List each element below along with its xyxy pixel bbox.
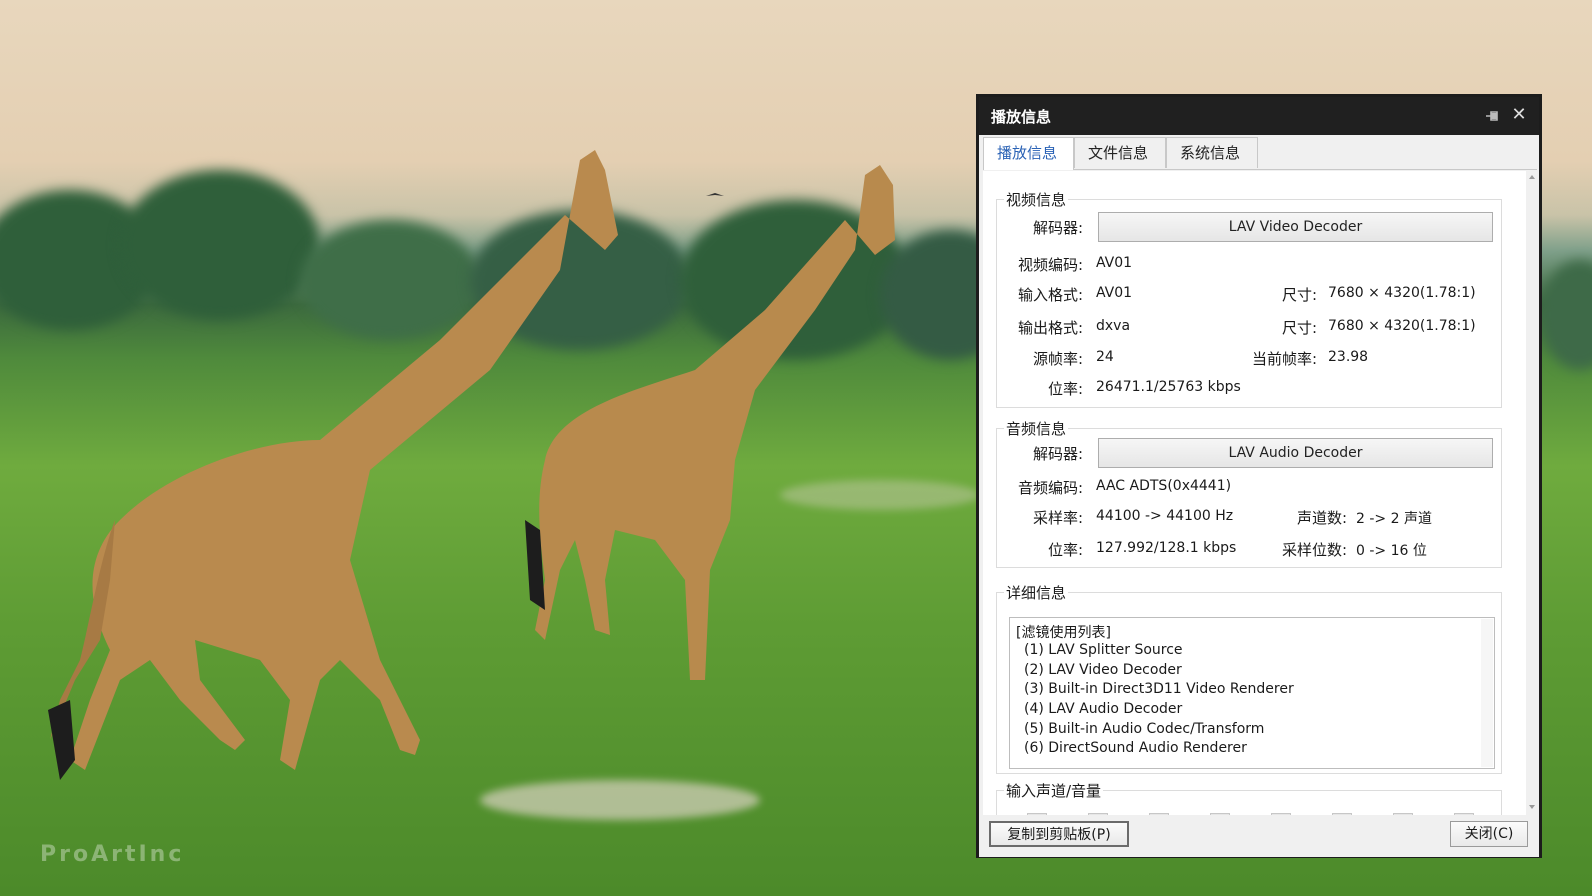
dialog-footer: 复制到剪贴板(P) 关闭(C) <box>979 817 1539 857</box>
filter-list-heading: [滤镜使用列表] <box>1016 625 1111 641</box>
giraffe-right <box>525 165 895 680</box>
filter-list-item: (6) DirectSound Audio Renderer <box>1024 740 1247 756</box>
input-format-value: AV01 <box>1096 285 1133 301</box>
pin-icon[interactable] <box>1483 107 1501 125</box>
bit-depth-label: 采样位数: <box>1281 541 1347 559</box>
sample-rate-label: 采样率: <box>1032 509 1083 527</box>
bird <box>706 193 724 196</box>
video-decoder-button[interactable]: LAV Video Decoder <box>1098 212 1493 242</box>
close-icon[interactable]: ✕ <box>1509 105 1529 125</box>
scroll-up-icon[interactable] <box>1529 175 1535 179</box>
video-info-legend: 视频信息 <box>1004 189 1069 210</box>
tab-system-info[interactable]: 系统信息 <box>1166 137 1258 168</box>
audio-info-group: 音频信息 解码器: LAV Audio Decoder 音频编码: AAC AD… <box>996 418 1502 568</box>
filter-list-item: (2) LAV Video Decoder <box>1024 662 1182 678</box>
audio-bitrate-value: 127.992/128.1 kbps <box>1096 540 1237 556</box>
details-legend: 详细信息 <box>1004 582 1069 603</box>
title-bar[interactable]: 播放信息 ✕ <box>979 97 1539 135</box>
current-fps-value: 23.98 <box>1328 349 1369 365</box>
current-fps-label: 当前帧率: <box>1251 350 1317 368</box>
channels-label: 声道数: <box>1296 509 1347 527</box>
details-group: 详细信息 [滤镜使用列表] (1) LAV Splitter Source (2… <box>996 582 1502 774</box>
tab-bar: 播放信息 文件信息 系统信息 <box>983 137 1537 170</box>
input-format-label: 输入格式: <box>1017 286 1083 304</box>
audio-bitrate-label: 位率: <box>1047 541 1083 559</box>
filter-list-item: (1) LAV Splitter Source <box>1024 642 1183 658</box>
volume-meter <box>1454 813 1474 815</box>
dialog-title: 播放信息 <box>991 108 1052 126</box>
tab-file-info[interactable]: 文件信息 <box>1074 137 1166 168</box>
audio-codec-label: 音频编码: <box>1017 479 1083 497</box>
volume-meter <box>1271 813 1291 815</box>
audio-info-legend: 音频信息 <box>1004 418 1069 439</box>
watermark-logo: ProArtInc <box>40 842 185 867</box>
tab-playback-info[interactable]: 播放信息 <box>983 137 1074 170</box>
output-size-value: 7680 × 4320(1.78:1) <box>1328 318 1476 334</box>
input-size-label: 尺寸: <box>1281 286 1317 304</box>
input-channel-volume-legend: 输入声道/音量 <box>1004 780 1104 801</box>
video-info-group: 视频信息 解码器: LAV Video Decoder 视频编码: AV01 输… <box>996 189 1502 408</box>
scroll-down-icon[interactable] <box>1529 805 1535 809</box>
volume-meter <box>1393 813 1413 815</box>
audio-decoder-label: 解码器: <box>1032 445 1083 463</box>
close-button[interactable]: 关闭(C) <box>1450 821 1528 847</box>
output-size-label: 尺寸: <box>1281 319 1317 337</box>
filter-list-scrollbar[interactable] <box>1481 619 1493 767</box>
filter-list-item: (3) Built-in Direct3D11 Video Renderer <box>1024 681 1294 697</box>
video-bitrate-value: 26471.1/25763 kbps <box>1096 379 1241 395</box>
tab-content: 视频信息 解码器: LAV Video Decoder 视频编码: AV01 输… <box>983 171 1526 815</box>
audio-codec-value: AAC ADTS(0x4441) <box>1096 478 1232 494</box>
volume-meter <box>1149 813 1169 815</box>
source-fps-value: 24 <box>1096 349 1114 365</box>
volume-meter <box>1210 813 1230 815</box>
channels-value: 2 -> 2 声道 <box>1356 511 1432 527</box>
filter-list-item: (5) Built-in Audio Codec/Transform <box>1024 721 1265 737</box>
sample-rate-value: 44100 -> 44100 Hz <box>1096 508 1234 524</box>
video-decoder-label: 解码器: <box>1032 219 1083 237</box>
video-codec-label: 视频编码: <box>1017 256 1083 274</box>
output-format-label: 输出格式: <box>1017 319 1083 337</box>
video-bitrate-label: 位率: <box>1047 380 1083 398</box>
video-codec-value: AV01 <box>1096 255 1133 271</box>
copy-to-clipboard-button[interactable]: 复制到剪贴板(P) <box>989 821 1129 847</box>
content-scrollbar[interactable] <box>1526 171 1538 815</box>
volume-meter <box>1088 813 1108 815</box>
playback-info-dialog: 播放信息 ✕ 播放信息 文件信息 系统信息 视频信息 解码器: LAV Vide… <box>976 94 1542 858</box>
audio-decoder-button[interactable]: LAV Audio Decoder <box>1098 438 1493 468</box>
volume-meter <box>1027 813 1047 815</box>
volume-meter <box>1332 813 1352 815</box>
input-channel-volume-group: 输入声道/音量 <box>996 780 1502 815</box>
output-format-value: dxva <box>1096 318 1131 334</box>
source-fps-label: 源帧率: <box>1032 350 1083 368</box>
filter-list-box[interactable]: [滤镜使用列表] (1) LAV Splitter Source (2) LAV… <box>1009 617 1495 769</box>
background-tree <box>1540 260 1592 370</box>
bit-depth-value: 0 -> 16 位 <box>1356 543 1427 559</box>
input-size-value: 7680 × 4320(1.78:1) <box>1328 285 1476 301</box>
filter-list-item: (4) LAV Audio Decoder <box>1024 701 1183 717</box>
